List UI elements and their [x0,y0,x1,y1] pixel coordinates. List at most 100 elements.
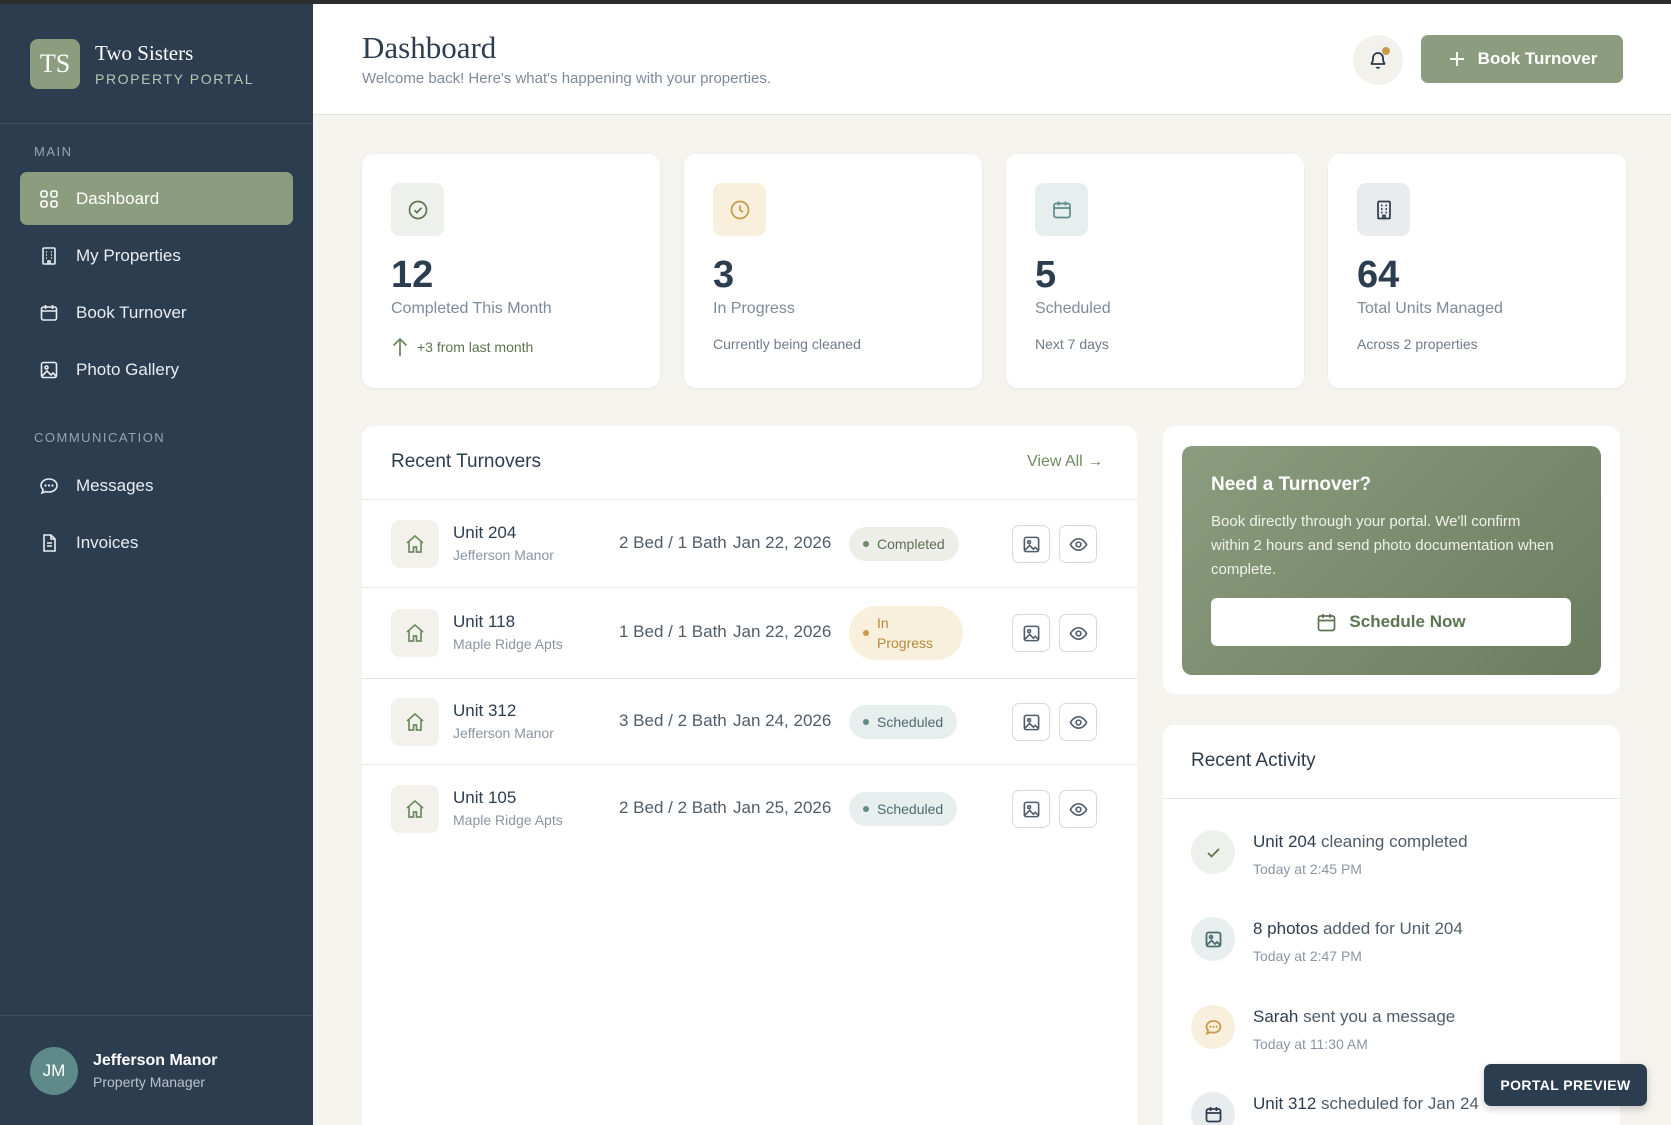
unit-name: Unit 204 [453,523,517,542]
activity-text: Unit 312 scheduled for Jan 24 [1253,1094,1479,1114]
image-icon [1205,931,1221,947]
image-icon [1023,536,1039,552]
activity-description: cleaning completed [1316,832,1468,851]
view-details-button[interactable] [1059,614,1097,652]
calendar-icon [40,304,58,321]
status-text: Completed [877,536,945,552]
sidebar-item-dashboard[interactable]: Dashboard [20,172,293,225]
activity-icon-box [1191,1092,1235,1125]
stat-trend: +3 from last month [391,336,533,358]
table-row[interactable]: Unit 312 Jefferson Manor 3 Bed / 2 Bath … [362,679,1137,765]
user-role: Property Manager [93,1073,206,1090]
header: Dashboard Welcome back! Here's what's ha… [313,4,1671,115]
stat-card-completed: 12 Completed This Month +3 from last mon… [362,154,660,388]
view-details-button[interactable] [1059,703,1097,741]
status-dot [863,806,869,812]
unit-icon-box [391,698,439,746]
image-icon [1023,714,1039,730]
view-all-link[interactable]: View All → [1027,453,1103,471]
turnover-date: Jan 22, 2026 [733,533,832,552]
home-icon [406,799,424,818]
chat-icon [1204,1019,1221,1035]
stat-icon-box [713,183,766,236]
sidebar-item-book-turnover[interactable]: Book Turnover [20,286,293,339]
document-icon [43,533,56,552]
arrow-up-icon [392,337,408,356]
eye-icon [1069,715,1087,729]
turnover-cta-panel: Need a Turnover? Book directly through y… [1182,446,1601,675]
sidebar-item-label: Invoices [76,532,139,552]
view-details-button[interactable] [1059,525,1097,563]
sidebar-item-label: Book Turnover [76,302,187,322]
calendar-icon [1205,1106,1221,1122]
stat-foot-text: Across 2 properties [1357,336,1478,352]
turnover-date: Jan 25, 2026 [733,798,832,817]
sidebar-item-label: My Properties [76,245,181,265]
table-row[interactable]: Unit 118 Maple Ridge Apts 1 Bed / 1 Bath… [362,588,1137,679]
activity-text: Unit 204 cleaning completed [1253,832,1468,852]
divider [1163,798,1620,799]
home-icon [406,712,424,731]
stat-foot-text: Currently being cleaned [713,336,861,352]
brand-subtitle: PROPERTY PORTAL [95,70,255,87]
status-badge: In Progress [849,606,963,660]
notifications-button[interactable] [1353,35,1403,85]
sidebar-item-messages[interactable]: Messages [20,459,293,512]
book-turnover-button[interactable]: Book Turnover [1421,35,1623,83]
stat-icon-box [1035,183,1088,236]
activity-time: Today at 2:47 PM [1253,948,1362,964]
calendar-icon [1318,613,1336,631]
view-photos-button[interactable] [1012,790,1050,828]
bed-bath: 3 Bed / 2 Bath [619,711,727,730]
status-badge: Scheduled [849,792,958,826]
activity-subject: Unit 204 [1253,832,1317,851]
stat-icon-box [1357,183,1410,236]
sidebar-item-my-properties[interactable]: My Properties [20,229,293,282]
unit-name: Unit 312 [453,701,517,720]
check-icon [1206,847,1220,858]
table-row[interactable]: Unit 204 Jefferson Manor 2 Bed / 1 Bath … [362,500,1137,588]
view-photos-button[interactable] [1012,614,1050,652]
calendar-icon [1052,201,1071,218]
portal-preview-badge[interactable]: PORTAL PREVIEW [1484,1064,1647,1106]
card-title: Recent Activity [1191,750,1316,771]
section-label-communication: COMMUNICATION [34,430,166,445]
view-details-button[interactable] [1059,790,1097,828]
activity-time: Today at 11:30 AM [1253,1036,1368,1052]
stat-label: Completed This Month [391,300,552,317]
stat-value: 64 [1357,254,1400,296]
bed-bath: 2 Bed / 1 Bath [619,533,727,552]
unit-name: Unit 118 [453,612,516,631]
activity-icon-box [1191,1005,1235,1049]
user-profile[interactable]: JM Jefferson Manor Property Manager [0,1015,313,1125]
stat-icon-box [391,183,444,236]
turnover-cta-card: Need a Turnover? Book directly through y… [1163,426,1620,694]
clock-icon [730,200,749,219]
schedule-now-button[interactable]: Schedule Now [1211,598,1571,646]
property-name: Jefferson Manor [453,725,554,741]
eye-icon [1069,537,1087,551]
sidebar-item-invoices[interactable]: Invoices [20,516,293,569]
activity-icon-box [1191,917,1235,961]
bed-bath: 1 Bed / 1 Bath [619,622,727,641]
status-text: In Progress [877,613,933,653]
status-text: Scheduled [877,801,944,817]
activity-time: Today at 2:45 PM [1253,861,1362,877]
unit-icon-box [391,785,439,833]
bed-bath: 2 Bed / 2 Bath [619,798,727,817]
property-name: Maple Ridge Apts [453,636,563,652]
table-row[interactable]: Unit 105 Maple Ridge Apts 2 Bed / 2 Bath… [362,765,1137,853]
brand: TS Two Sisters PROPERTY PORTAL [0,4,313,124]
unit-icon-box [391,609,439,657]
unit-icon-box [391,520,439,568]
check-circle-icon [408,200,427,219]
view-photos-button[interactable] [1012,703,1050,741]
brand-logo[interactable]: TS [30,38,80,89]
cta-title: Need a Turnover? [1211,474,1372,495]
grid-icon [40,189,58,208]
view-photos-button[interactable] [1012,525,1050,563]
sidebar-item-photo-gallery[interactable]: Photo Gallery [20,343,293,396]
property-name: Maple Ridge Apts [453,812,563,828]
stat-card-total-units: 64 Total Units Managed Across 2 properti… [1328,154,1626,388]
activity-icon-box [1191,830,1235,874]
